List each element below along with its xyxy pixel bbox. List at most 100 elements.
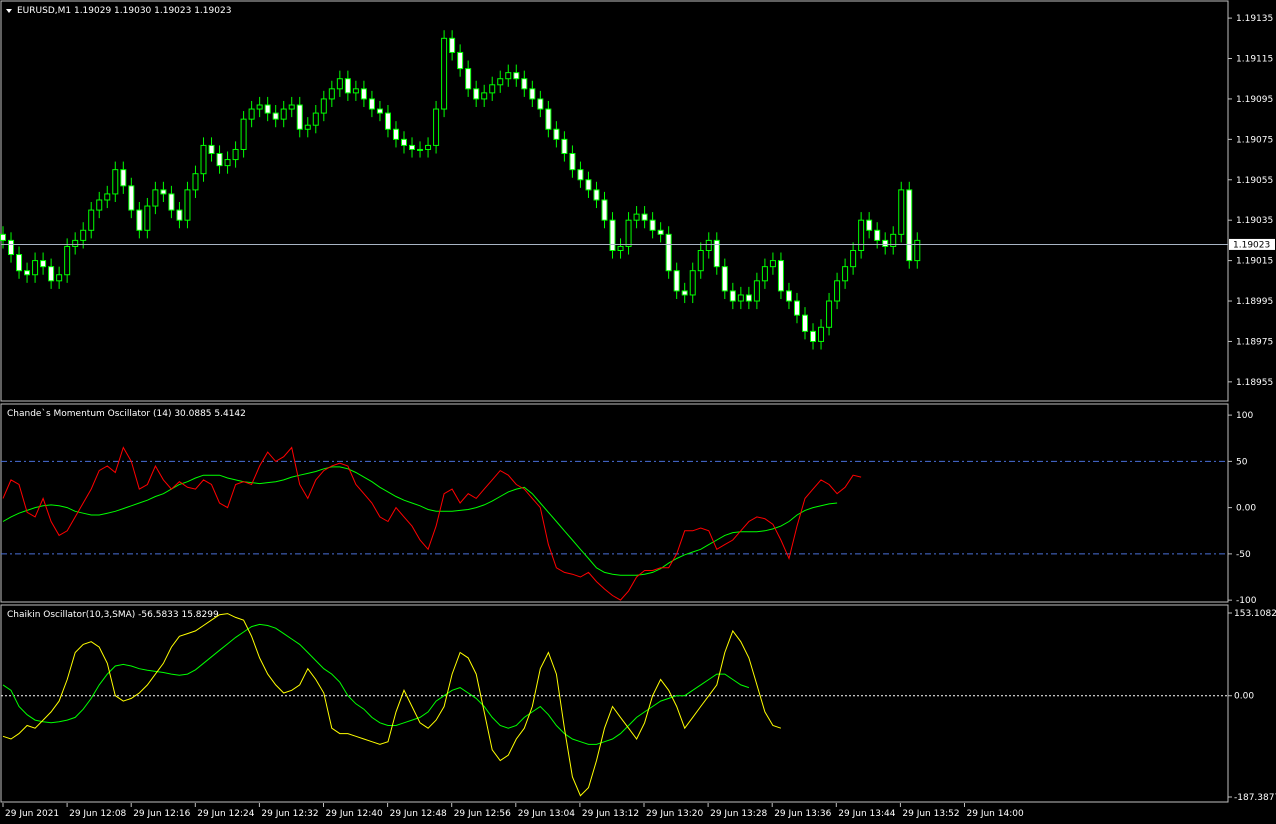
candle-body <box>40 260 47 268</box>
candle-body <box>192 173 199 191</box>
candle-body <box>457 51 464 70</box>
price-pane-header: EURUSD,M1 1.19029 1.19030 1.19023 1.1902… <box>17 6 231 16</box>
candle-body <box>689 270 696 296</box>
candle-body <box>802 314 808 332</box>
candle-body <box>88 209 95 231</box>
candle-body <box>296 104 303 130</box>
candle-body <box>810 330 817 342</box>
candle-body <box>48 266 55 282</box>
time-tick-label: 29 Jun 12:56 <box>454 809 511 819</box>
candle-body <box>96 199 103 211</box>
time-tick-label: 29 Jun 2021 <box>5 809 59 819</box>
candle-body <box>842 266 849 282</box>
candle-body <box>609 219 616 251</box>
time-tick-label: 29 Jun 13:36 <box>774 809 831 819</box>
candle-body <box>617 245 624 251</box>
candle-body <box>32 260 39 276</box>
candle-body <box>168 193 175 211</box>
candle-body <box>673 270 680 292</box>
candle-body <box>441 37 448 110</box>
price-tick-label: 1.19015 <box>1236 257 1273 267</box>
candle-body <box>681 290 688 296</box>
candle-body <box>465 68 472 90</box>
candle-body <box>850 250 857 268</box>
candle-body <box>657 229 664 235</box>
candle-body <box>826 300 833 328</box>
candle-body <box>473 88 480 100</box>
chart-window[interactable]: EURUSD,M1 1.19029 1.19030 1.19023 1.1902… <box>0 0 1276 824</box>
time-tick-label: 29 Jun 13:12 <box>582 809 639 819</box>
candle-body <box>352 88 359 94</box>
candle-body <box>216 153 223 167</box>
candle-body <box>160 189 167 195</box>
candle-body <box>834 280 841 302</box>
candle-body <box>184 189 191 221</box>
candle-body <box>537 98 544 110</box>
candle-body <box>272 112 279 120</box>
chaikin-tick-label: 153.1082 <box>1234 609 1276 619</box>
candle-body <box>545 108 552 130</box>
candle-body <box>705 239 712 251</box>
candle-body <box>425 144 432 150</box>
candle-body <box>376 108 383 114</box>
candle-body <box>144 205 151 231</box>
candle-body <box>625 219 632 247</box>
candle-body <box>409 144 416 150</box>
candle-body <box>601 199 608 221</box>
candle-body <box>914 239 921 262</box>
time-tick-label: 29 Jun 12:16 <box>133 809 190 819</box>
candle-body <box>288 104 295 110</box>
candle-body <box>336 78 343 90</box>
candle-body <box>176 209 183 221</box>
candle-body <box>240 118 247 150</box>
candle-body <box>80 229 87 241</box>
price-tick-label: 1.19115 <box>1236 55 1273 65</box>
current-price-label: 1.19023 <box>1233 240 1270 250</box>
price-tick-label: 1.19075 <box>1236 135 1273 145</box>
candle-body <box>320 98 327 114</box>
candle-body <box>360 88 367 100</box>
candle-body <box>665 233 672 272</box>
candle-body <box>649 219 656 231</box>
candle-body <box>521 78 528 90</box>
candle-body <box>401 138 407 146</box>
candle-body <box>793 300 800 316</box>
candle-body <box>866 219 873 231</box>
candle-body <box>384 112 391 130</box>
candle-body <box>280 108 287 120</box>
candle-body <box>553 128 560 140</box>
candle-body <box>232 148 239 161</box>
candle-body <box>577 169 584 181</box>
time-tick-label: 29 Jun 13:28 <box>710 809 767 819</box>
candle-body <box>898 189 905 235</box>
candle-body <box>64 245 71 276</box>
chaikin-tick-label: 0.00 <box>1234 692 1254 702</box>
chaikin-pane-header: Chaikin Oscillator(10,3,SMA) -56.5833 15… <box>7 610 219 620</box>
candle-body <box>721 266 728 292</box>
time-tick-label: 29 Jun 12:32 <box>261 809 318 819</box>
time-tick-label: 29 Jun 12:40 <box>326 809 383 819</box>
candle-body <box>368 98 375 110</box>
candle-body <box>593 189 600 201</box>
price-tick-label: 1.19135 <box>1236 14 1273 24</box>
candle-body <box>328 88 335 100</box>
candle-body <box>56 274 63 282</box>
candle-body <box>633 213 640 221</box>
candle-body <box>481 92 488 100</box>
candle-body <box>8 239 15 256</box>
cmo-tick-label: 100 <box>1236 411 1253 421</box>
candle-body <box>264 104 271 114</box>
time-tick-label: 29 Jun 13:44 <box>838 809 895 819</box>
candle-body <box>858 219 865 251</box>
candle-body <box>248 108 255 120</box>
candle-body <box>729 290 736 302</box>
candle-body <box>304 124 311 130</box>
candle-body <box>513 72 520 80</box>
candle-body <box>224 159 231 167</box>
candle-body <box>753 280 760 302</box>
time-tick-label: 29 Jun 12:48 <box>390 809 447 819</box>
candle-body <box>497 78 504 86</box>
price-tick-label: 1.18975 <box>1236 337 1273 347</box>
candle-body <box>737 294 744 302</box>
candle-body <box>529 88 536 100</box>
